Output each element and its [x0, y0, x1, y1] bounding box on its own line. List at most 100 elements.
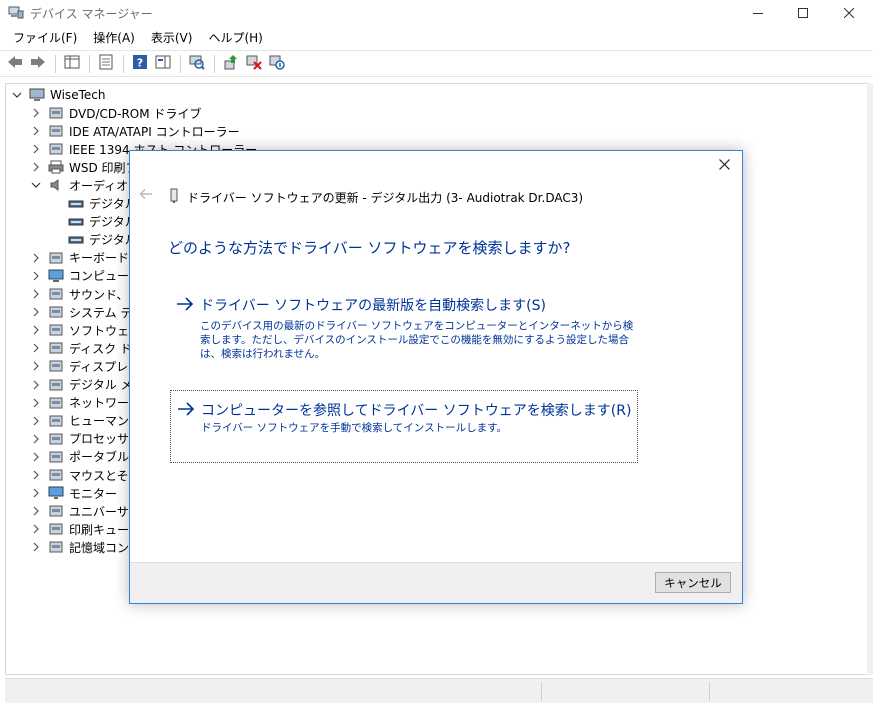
menu-file[interactable]: ファイル(F) [5, 28, 85, 48]
forward-button[interactable] [27, 53, 49, 75]
tree-child-item[interactable]: デジタル [68, 213, 137, 231]
tree-item-label: モニター [69, 486, 118, 501]
help-icon: ? [132, 54, 148, 73]
computer-icon [48, 269, 64, 283]
print-queue-icon [48, 522, 64, 536]
tree-item[interactable]: デジタル メデ [30, 376, 145, 394]
tree-item[interactable]: キーボード [30, 249, 129, 267]
mouse-icon [48, 468, 64, 482]
chevron-down-icon[interactable] [30, 179, 42, 191]
minimize-button[interactable] [735, 0, 781, 26]
chevron-right-icon[interactable] [30, 505, 42, 517]
chevron-right-icon[interactable] [30, 523, 42, 535]
title-bar: デバイス マネージャー [0, 0, 873, 26]
chevron-right-icon[interactable] [30, 415, 42, 427]
maximize-button[interactable] [780, 0, 826, 26]
chevron-right-icon[interactable] [30, 469, 42, 481]
properties-button[interactable] [95, 53, 117, 75]
disk-drive-icon [48, 341, 64, 355]
close-window-button[interactable] [826, 0, 872, 26]
menu-view[interactable]: 表示(V) [143, 28, 201, 48]
menu-bar: ファイル(F) 操作(A) 表示(V) ヘルプ(H) [0, 27, 873, 49]
chevron-right-icon[interactable] [30, 451, 42, 463]
audio-device-icon [68, 233, 84, 247]
scan-hardware-button[interactable] [186, 53, 208, 75]
tree-item-label: DVD/CD-ROM ドライブ [69, 106, 202, 121]
chevron-right-icon[interactable] [30, 288, 42, 300]
tree-item[interactable]: モニター [30, 484, 117, 502]
chevron-right-icon[interactable] [30, 541, 42, 553]
chevron-right-icon[interactable] [30, 161, 42, 173]
toolbar-separator [89, 54, 90, 73]
toolbar-separator [123, 54, 124, 73]
browse-computer-option[interactable]: コンピューターを参照してドライバー ソフトウェアを検索します(R) ドライバー … [170, 390, 638, 463]
auto-search-title: ドライバー ソフトウェアの最新版を自動検索します(S) [200, 298, 546, 314]
menu-action[interactable]: 操作(A) [85, 28, 143, 48]
uninstall-device-button[interactable] [243, 53, 265, 75]
speaker-icon [48, 178, 64, 192]
chevron-right-icon[interactable] [30, 125, 42, 137]
chevron-right-icon[interactable] [30, 324, 42, 336]
help-button[interactable]: ? [129, 53, 151, 75]
tree-item[interactable]: システム デバ [30, 303, 144, 321]
toolbar-separator [180, 54, 181, 73]
tree-item[interactable]: 印刷キュー [30, 520, 129, 538]
computer-icon [29, 88, 45, 102]
chevron-right-icon[interactable] [30, 342, 42, 354]
chevron-right-icon[interactable] [30, 107, 42, 119]
tree-item-label: WSD 印刷プ [69, 160, 138, 175]
tree-item[interactable]: マウスとその [30, 466, 141, 484]
chevron-right-icon[interactable] [30, 379, 42, 391]
chevron-right-icon[interactable] [30, 360, 42, 372]
arrow-right-icon [177, 401, 195, 417]
tree-child-item[interactable]: デジタル [68, 195, 137, 213]
display-adapter-icon [48, 359, 64, 373]
chevron-right-icon[interactable] [30, 143, 42, 155]
tree-item[interactable]: WSD 印刷プ [30, 158, 138, 176]
auto-search-option[interactable]: ドライバー ソフトウェアの最新版を自動検索します(S) このデバイス用の最新のド… [170, 287, 638, 375]
vertical-scrollbar[interactable] [867, 83, 873, 675]
chevron-down-icon[interactable] [11, 89, 23, 101]
dialog-question: どのような方法でドライバー ソフトウェアを検索しますか? [168, 239, 571, 257]
properties-icon [99, 54, 113, 73]
printer-icon [48, 160, 64, 174]
forward-arrow-icon [30, 55, 46, 72]
system-device-icon [48, 305, 64, 319]
show-action-pane-button[interactable] [152, 53, 174, 75]
network-adapter-icon [48, 396, 64, 410]
device-icon [168, 188, 180, 204]
tree-item-label: プロセッサ [69, 432, 130, 447]
back-arrow-icon [7, 55, 23, 72]
menu-help[interactable]: ヘルプ(H) [200, 28, 270, 48]
tree-item[interactable]: ユニバーサル [30, 502, 141, 520]
chevron-right-icon[interactable] [30, 397, 42, 409]
dialog-header-title: ドライバー ソフトウェアの更新 - デジタル出力 (3- Audiotrak D… [187, 191, 584, 205]
dialog-back-button[interactable] [138, 187, 154, 203]
cancel-button[interactable]: キャンセル [655, 572, 731, 593]
chevron-right-icon[interactable] [30, 270, 42, 282]
auto-search-description: このデバイス用の最新のドライバー ソフトウェアをコンピューターとインターネットか… [200, 320, 634, 360]
tree-item[interactable]: DVD/CD-ROM ドライブ [30, 104, 201, 122]
tree-root[interactable]: WiseTech [11, 86, 105, 104]
tree-item[interactable]: 記憶域コント [30, 538, 141, 556]
chevron-right-icon[interactable] [30, 252, 42, 264]
disable-device-button[interactable] [266, 53, 288, 75]
show-hide-console-tree-button[interactable] [61, 53, 83, 75]
toolbar-separator [55, 54, 56, 73]
chevron-right-icon[interactable] [30, 487, 42, 499]
uninstall-device-icon [246, 54, 262, 73]
tree-child-item[interactable]: デジタル [68, 231, 137, 249]
storage-controller-icon [48, 540, 64, 554]
optical-drive-icon [48, 106, 64, 120]
toolbar-separator [214, 54, 215, 73]
chevron-right-icon[interactable] [30, 306, 42, 318]
tree-item[interactable]: プロセッサ [30, 430, 129, 448]
browse-computer-description: ドライバー ソフトウェアを手動で検索してインストールします。 [201, 422, 508, 434]
console-tree-icon [64, 55, 80, 72]
audio-device-icon [68, 215, 84, 229]
chevron-right-icon[interactable] [30, 433, 42, 445]
back-button[interactable] [4, 53, 26, 75]
tree-item[interactable]: IDE ATA/ATAPI コントローラー [30, 122, 240, 140]
dialog-close-button[interactable] [712, 155, 736, 177]
update-driver-button[interactable] [220, 53, 242, 75]
